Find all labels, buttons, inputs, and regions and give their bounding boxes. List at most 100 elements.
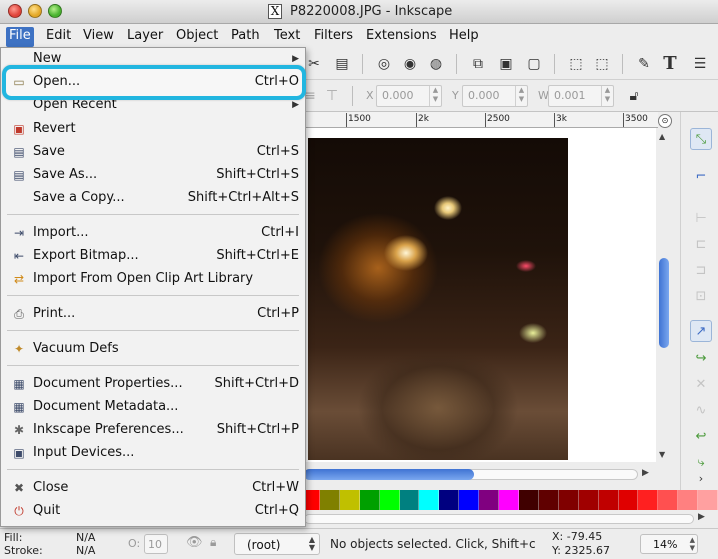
menu-text[interactable]: Text — [271, 27, 303, 47]
menu-item-save-as[interactable]: ▤ Save As... Shift+Ctrl+S — [1, 164, 305, 187]
palette-swatch[interactable] — [638, 490, 659, 510]
unlink-clone-icon[interactable]: ▢ — [524, 54, 544, 74]
palette-scroll-track[interactable] — [304, 514, 694, 524]
snap-paths-icon[interactable]: ↪ — [690, 348, 712, 370]
w-spin-arrows[interactable]: ▲ ▼ — [601, 86, 613, 106]
palette-swatch[interactable] — [439, 490, 460, 510]
zoom-drawing-icon[interactable]: ◉ — [400, 54, 420, 74]
menu-item-input-devices[interactable]: ▣ Input Devices... — [1, 442, 305, 465]
xml-editor-icon[interactable]: ☰ — [690, 54, 710, 74]
menu-layer[interactable]: Layer — [124, 27, 166, 47]
palette-swatch[interactable] — [598, 490, 619, 510]
menu-item-close[interactable]: ✖ Close Ctrl+W — [1, 477, 305, 500]
distribute-icon[interactable]: ⊤ — [322, 86, 342, 106]
vertical-scroll-thumb[interactable] — [659, 258, 669, 348]
menu-item-revert[interactable]: ▣ Revert — [1, 118, 305, 141]
zoom-selection-icon[interactable]: ◎ — [374, 54, 394, 74]
menu-item-print[interactable]: ⎙ Print... Ctrl+P — [1, 303, 305, 326]
x-spin-arrows[interactable]: ▲ ▼ — [429, 86, 441, 106]
duplicate-icon[interactable]: ⧉ — [468, 54, 488, 74]
menu-extensions[interactable]: Extensions — [363, 27, 440, 47]
drawing-canvas[interactable] — [300, 128, 656, 462]
maximize-window-button[interactable] — [48, 4, 62, 18]
y-spinbox[interactable]: 0.000 ▲ ▼ — [462, 85, 528, 107]
menu-edit[interactable]: Edit — [43, 27, 74, 47]
palette-swatch[interactable] — [698, 490, 718, 510]
menu-item-import[interactable]: ⇥ Import... Ctrl+I — [1, 222, 305, 245]
palette-swatch[interactable] — [479, 490, 500, 510]
ungroup-icon[interactable]: ⬚ — [592, 54, 612, 74]
zoom-page-icon[interactable]: ◍ — [426, 54, 446, 74]
snap-midpoints-icon[interactable]: ↩ — [690, 426, 712, 448]
palette-swatch[interactable] — [399, 490, 420, 510]
palette-swatch[interactable] — [339, 490, 360, 510]
menu-item-quit[interactable]: ⏻ Quit Ctrl+Q — [1, 500, 305, 523]
opacity-spinbox[interactable]: 10 — [144, 534, 168, 554]
fill-stroke-icon[interactable]: ✎ — [634, 54, 654, 74]
bitmap-image[interactable] — [308, 138, 568, 460]
menu-item-document-metadata[interactable]: ▦ Document Metadata... — [1, 396, 305, 419]
menu-item-import-clipart[interactable]: ⇄ Import From Open Clip Art Library — [1, 268, 305, 291]
x-spinbox[interactable]: 0.000 ▲ ▼ — [376, 85, 442, 107]
palette-swatch[interactable] — [319, 490, 340, 510]
clone-icon[interactable]: ▣ — [496, 54, 516, 74]
layer-lock-icon[interactable]: 🔒︎ — [210, 535, 216, 550]
palette-swatch[interactable] — [419, 490, 440, 510]
palette-swatch[interactable] — [578, 490, 599, 510]
zoom-spinbox[interactable]: 14% ▲ ▼ — [640, 534, 698, 554]
scroll-down-icon[interactable]: ▼ — [659, 450, 665, 459]
layer-dropdown[interactable]: (root) ▲ ▼ — [234, 533, 320, 555]
lock-icon[interactable]: 🔓︎ — [624, 86, 644, 106]
close-window-button[interactable] — [8, 4, 22, 18]
palette-scroll-right-icon[interactable]: ▶ — [698, 512, 705, 522]
menu-item-document-properties[interactable]: ▦ Document Properties... Shift+Ctrl+D — [1, 373, 305, 396]
palette-swatch[interactable] — [658, 490, 679, 510]
snap-intersections-icon[interactable]: ✕ — [690, 374, 712, 396]
zoom-corner-icon[interactable]: ⊙ — [658, 114, 672, 128]
palette-scrollbar[interactable]: ▶ — [300, 512, 718, 526]
menu-item-preferences[interactable]: ✱ Inkscape Preferences... Shift+Ctrl+P — [1, 419, 305, 442]
horizontal-scroll-thumb[interactable] — [304, 469, 474, 480]
zoom-spin-arrows[interactable]: ▲ ▼ — [690, 536, 695, 552]
palette-swatch[interactable] — [459, 490, 480, 510]
menu-view[interactable]: View — [80, 27, 117, 47]
paste-icon[interactable]: ▤ — [332, 54, 352, 74]
palette-swatch[interactable] — [379, 490, 400, 510]
scroll-up-icon[interactable]: ▲ — [659, 132, 665, 141]
snap-smooth-nodes-icon[interactable]: ∿ — [690, 400, 712, 422]
menu-filters[interactable]: Filters — [311, 27, 356, 47]
palette-swatch[interactable] — [678, 490, 699, 510]
text-font-icon[interactable]: T — [660, 54, 680, 74]
palette-swatch[interactable] — [499, 490, 519, 510]
y-spin-arrows[interactable]: ▲ ▼ — [515, 86, 527, 106]
menu-item-open[interactable]: ▭ Open... Ctrl+O — [1, 71, 305, 94]
eye-icon[interactable]: 👁︎ — [186, 535, 203, 550]
snap-bbox-edge-icon[interactable]: ⊢ — [690, 208, 712, 230]
menu-help[interactable]: Help — [446, 27, 482, 47]
menu-item-save[interactable]: ▤ Save Ctrl+S — [1, 141, 305, 164]
w-spinbox[interactable]: 0.001 ▲ ▼ — [548, 85, 614, 107]
minimize-window-button[interactable] — [28, 4, 42, 18]
snap-bbox-midpoint-icon[interactable]: ⊐ — [690, 260, 712, 282]
cut-icon[interactable]: ✂ — [304, 54, 324, 74]
snap-more-icon[interactable]: › — [690, 468, 712, 490]
horizontal-scrollbar[interactable]: ▶ — [300, 466, 656, 482]
palette-swatch[interactable] — [558, 490, 579, 510]
snap-bbox-icon[interactable]: ⌐ — [690, 166, 712, 188]
scroll-right-icon[interactable]: ▶ — [642, 468, 649, 478]
palette-swatch[interactable] — [518, 490, 539, 510]
menu-item-vacuum-defs[interactable]: ✦ Vacuum Defs — [1, 338, 305, 361]
snap-enable-icon[interactable]: ⤡ — [690, 128, 712, 150]
menu-item-save-copy[interactable]: Save a Copy... Shift+Ctrl+Alt+S — [1, 187, 305, 210]
palette-swatch[interactable] — [538, 490, 559, 510]
group-icon[interactable]: ⬚ — [566, 54, 586, 74]
menu-item-export-bitmap[interactable]: ⇤ Export Bitmap... Shift+Ctrl+E — [1, 245, 305, 268]
snap-bbox-corner-icon[interactable]: ⊏ — [690, 234, 712, 256]
snap-center-icon[interactable]: ⊡ — [690, 286, 712, 308]
palette-swatch[interactable] — [359, 490, 380, 510]
palette-swatch[interactable] — [618, 490, 639, 510]
menu-object[interactable]: Object — [173, 27, 221, 47]
menu-file[interactable]: File — [6, 27, 34, 47]
menu-path[interactable]: Path — [228, 27, 263, 47]
vertical-scrollbar[interactable]: ▲ ▼ — [656, 128, 672, 462]
